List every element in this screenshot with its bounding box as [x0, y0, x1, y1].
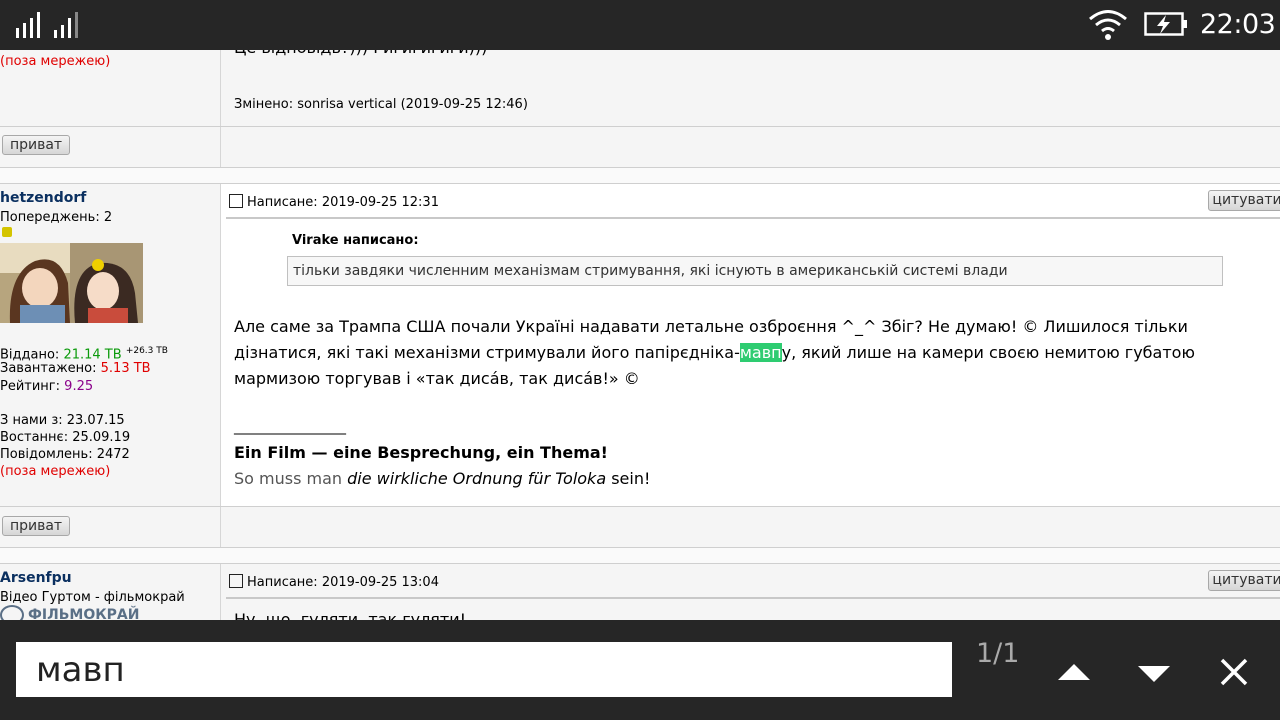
- close-find-button[interactable]: [1214, 652, 1254, 692]
- post3-author-cell: Arsenfpu Відео Гуртом - фільмокрай ФІЛЬМ…: [0, 564, 221, 625]
- signature-part2: die wirkliche Ordnung für Toloka: [347, 469, 607, 488]
- chevron-up-icon: [1058, 664, 1090, 680]
- signal-icon: [16, 10, 40, 38]
- author-downloaded: Завантажено: 5.13 TB: [0, 360, 151, 377]
- author-offline-status: (поза мережею): [0, 464, 111, 479]
- chevron-down-icon: [1138, 666, 1170, 682]
- post3-content: Написане: 2019-09-25 13:04 цитувати Ну, …: [221, 564, 1280, 629]
- battery-charging-icon: [1144, 12, 1188, 42]
- post-header-divider: [226, 597, 1280, 599]
- signature-text: So muss man die wirkliche Ordnung für To…: [234, 469, 650, 488]
- forum-page: (поза мережею) Це відповідь?))) Гигигиги…: [0, 0, 1280, 720]
- post-body: Але саме за Трампа США почали Україні на…: [234, 314, 1279, 392]
- close-icon: [1220, 658, 1248, 686]
- post-header-divider: [226, 217, 1280, 219]
- post-date: Написане: 2019-09-25 12:31: [247, 195, 439, 210]
- warning-badge-icon: [2, 227, 12, 237]
- post1-offline-status: (поза мережею): [0, 54, 111, 69]
- status-bar: 22:03: [0, 0, 1280, 50]
- post-checkbox-icon[interactable]: [229, 194, 243, 208]
- uploaded-delta: +26.3 TB: [125, 346, 168, 356]
- author-username[interactable]: hetzendorf: [0, 190, 86, 206]
- rating-value: 9.25: [64, 379, 94, 394]
- quote-button[interactable]: цитувати: [1208, 570, 1280, 591]
- previous-match-button[interactable]: [1054, 652, 1094, 692]
- rating-label: Рейтинг:: [0, 379, 61, 394]
- author-rating: Рейтинг: 9.25: [0, 378, 93, 395]
- signature-title: Ein Film — eine Besprechung, ein Thema!: [234, 443, 608, 462]
- quote-box: тільки завдяки численним механізмам стри…: [287, 256, 1223, 286]
- pm-button[interactable]: приват: [2, 135, 70, 155]
- signature-line: ________________: [234, 419, 346, 435]
- downloaded-value: 5.13 TB: [100, 361, 151, 376]
- author-joined: З нами з: 23.07.15: [0, 413, 125, 428]
- status-clock: 22:03: [1200, 9, 1276, 40]
- signal-icon: [54, 10, 78, 38]
- quote-author: Virake написано:: [292, 233, 419, 248]
- next-match-button[interactable]: [1134, 652, 1174, 692]
- pm-button[interactable]: приват: [2, 516, 70, 536]
- quote-button[interactable]: цитувати: [1208, 190, 1280, 211]
- author-username[interactable]: Arsenfpu: [0, 570, 72, 586]
- author-messages: Повідомлень: 2472: [0, 447, 130, 462]
- post-checkbox-icon[interactable]: [229, 574, 243, 588]
- post-separator: [0, 548, 1280, 563]
- wifi-icon: [1088, 8, 1128, 46]
- post1-edited-note: Змінено: sonrisa vertical (2019-09-25 12…: [234, 97, 528, 112]
- author-group: Відео Гуртом - фільмокрай: [0, 590, 185, 605]
- find-in-page-bar: 1/1: [0, 620, 1280, 720]
- author-avatar: [0, 243, 143, 323]
- author-last-seen: Востаннє: 25.09.19: [0, 430, 131, 445]
- find-input[interactable]: [16, 642, 952, 697]
- search-highlight: мавп: [739, 343, 782, 362]
- post2-author-cell: hetzendorf Попереджень: 2 Віддано: 21.14…: [0, 184, 221, 506]
- signature-part1: So muss man: [234, 469, 343, 488]
- signature-part3: sein!: [611, 469, 651, 488]
- match-count: 1/1: [976, 638, 1020, 669]
- author-warnings: Попереджень: 2: [0, 210, 113, 225]
- downloaded-label: Завантажено:: [0, 361, 97, 376]
- post-date: Написане: 2019-09-25 13:04: [247, 575, 439, 590]
- post2-content: Написане: 2019-09-25 12:31 цитувати Vira…: [221, 184, 1280, 506]
- post-separator: [0, 168, 1280, 183]
